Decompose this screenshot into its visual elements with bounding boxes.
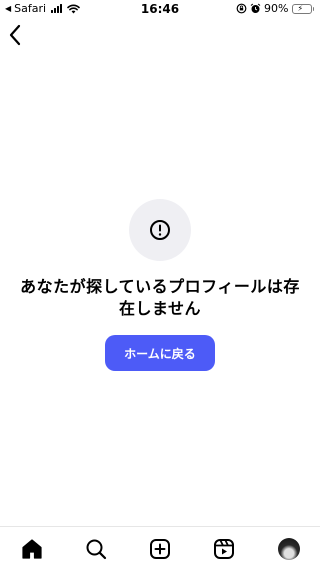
avatar xyxy=(278,538,300,560)
status-bar: ◀ Safari 16:46 90% ⚡ xyxy=(0,0,320,18)
chevron-left-icon xyxy=(9,24,21,46)
orientation-lock-icon xyxy=(236,3,247,14)
charging-bolt-icon: ⚡ xyxy=(297,3,304,13)
nav-home[interactable] xyxy=(20,537,44,561)
home-icon xyxy=(22,539,42,559)
error-message: あなたが探しているプロフィールは存在しません xyxy=(20,277,300,318)
reels-icon xyxy=(214,539,234,559)
nav-create[interactable] xyxy=(148,537,172,561)
plus-square-icon xyxy=(150,539,170,559)
battery-icon: ⚡ xyxy=(291,3,314,14)
back-to-home-button[interactable]: ホームに戻る xyxy=(105,335,215,371)
exclamation-circle-icon xyxy=(150,220,170,240)
nav-search[interactable] xyxy=(84,537,108,561)
back-button[interactable] xyxy=(4,22,26,48)
bottom-nav xyxy=(0,526,320,569)
nav-reels[interactable] xyxy=(212,537,236,561)
status-right: 90% ⚡ xyxy=(236,2,314,15)
battery-percent: 90% xyxy=(264,2,289,15)
nav-profile[interactable] xyxy=(277,537,301,561)
search-icon xyxy=(86,539,107,560)
alarm-icon xyxy=(250,3,261,13)
error-icon-circle xyxy=(129,199,191,261)
